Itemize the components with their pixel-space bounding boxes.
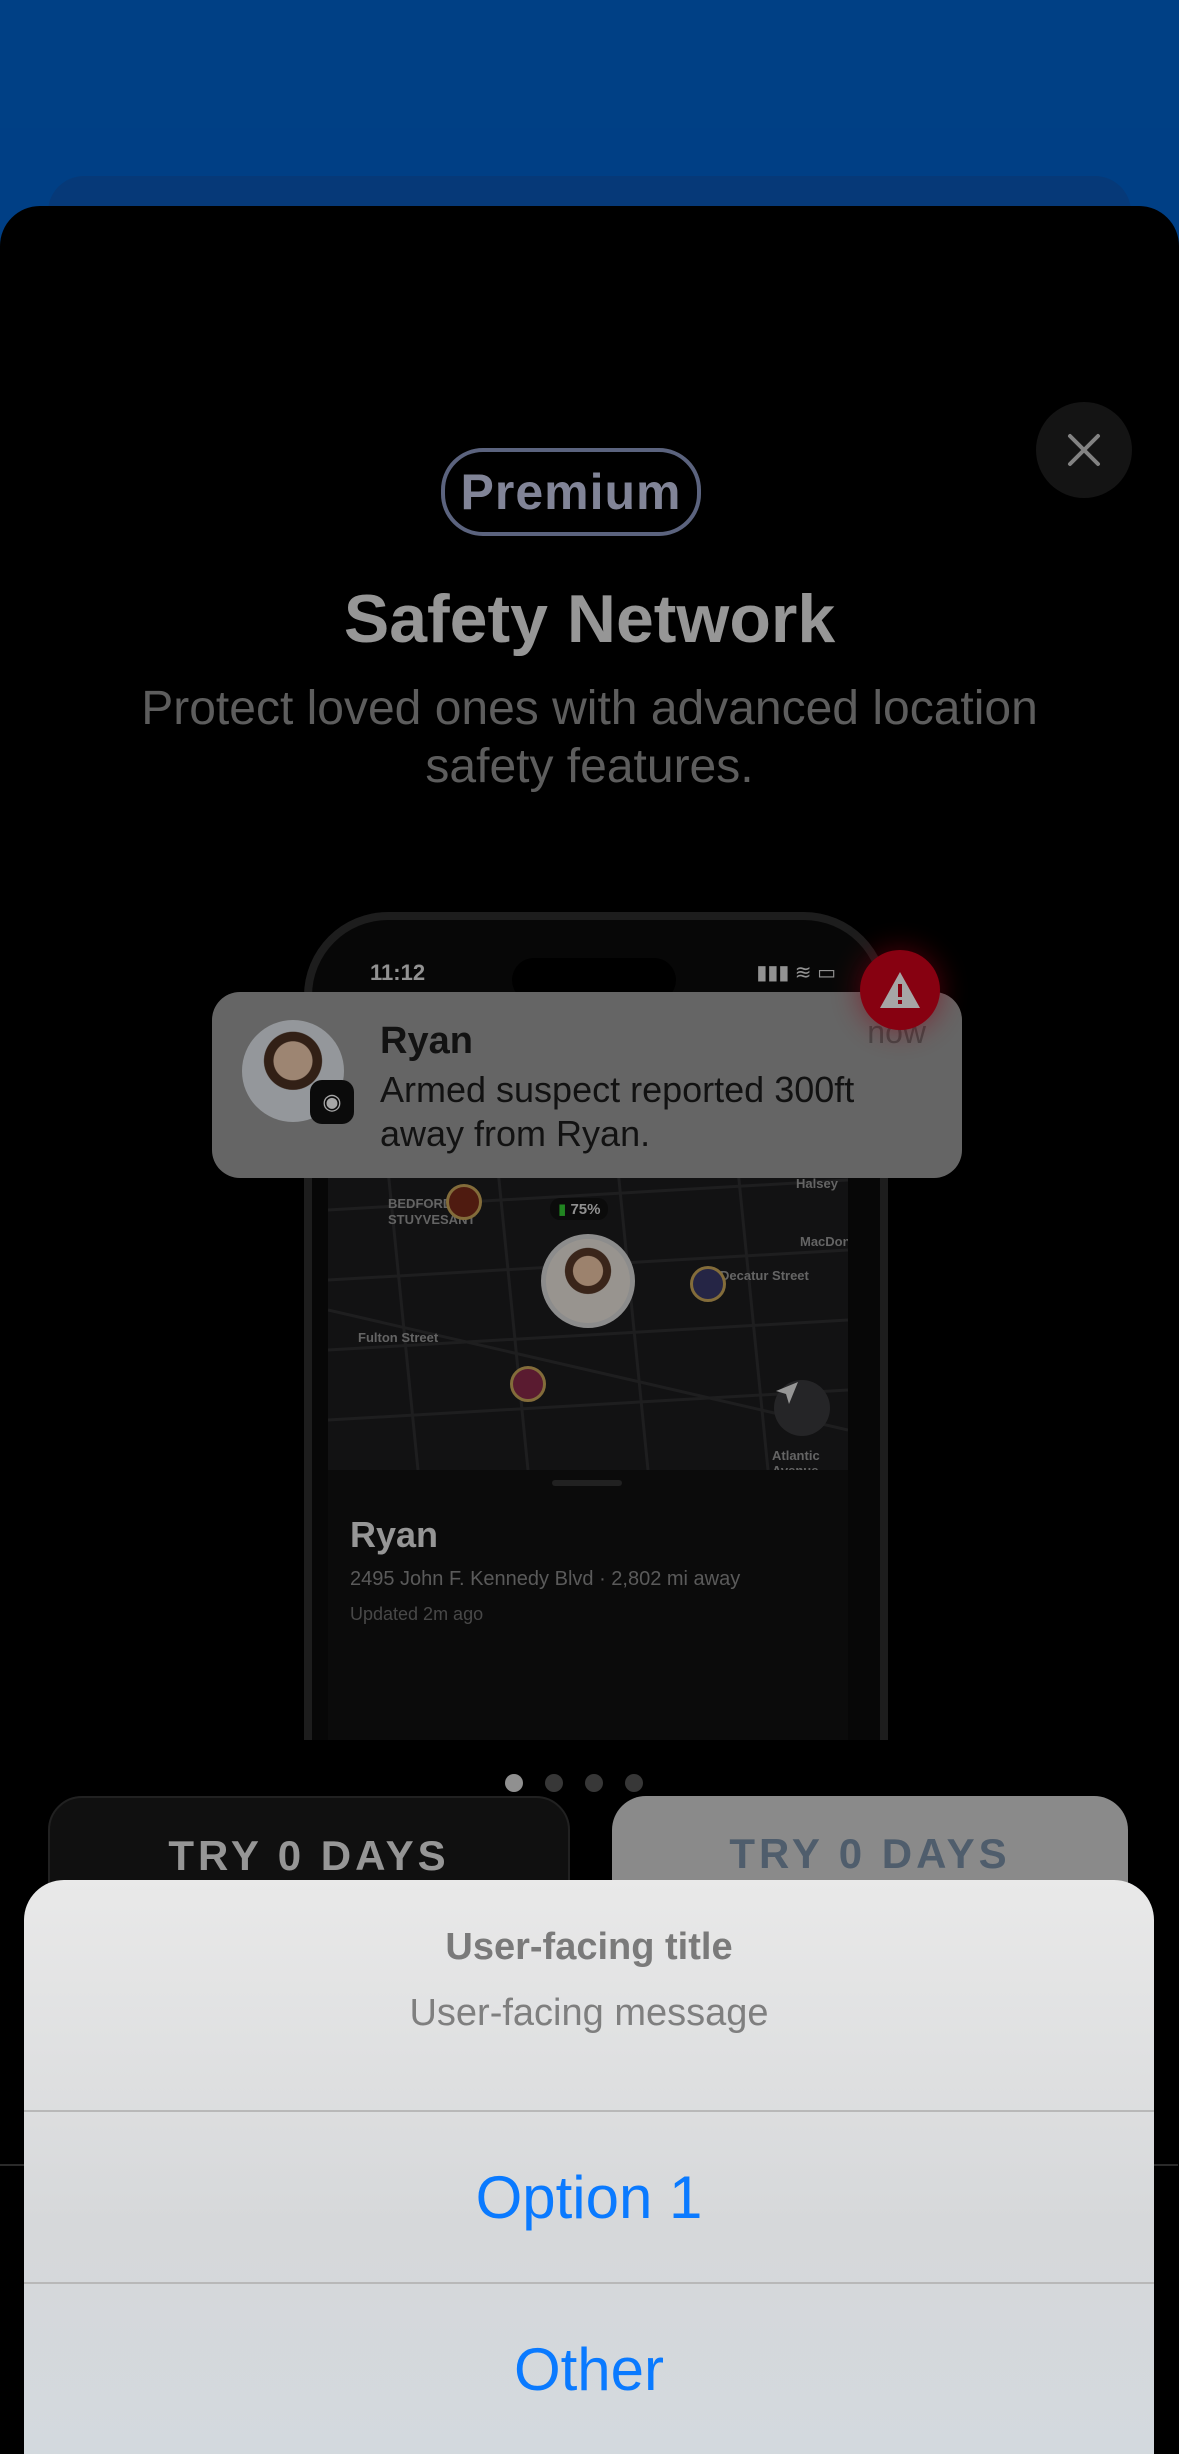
action-sheet: User-facing title User-facing message Op… [24, 1880, 1154, 2454]
other-button[interactable]: Other [24, 2284, 1154, 2454]
action-sheet-title: User-facing title [445, 1926, 733, 1968]
option-1-button[interactable]: Option 1 [24, 2112, 1154, 2282]
action-sheet-message: User-facing message [409, 1992, 769, 2034]
divider [0, 2164, 24, 2166]
action-sheet-header: User-facing title User-facing message [24, 1880, 1154, 2110]
divider [1154, 2164, 1178, 2166]
